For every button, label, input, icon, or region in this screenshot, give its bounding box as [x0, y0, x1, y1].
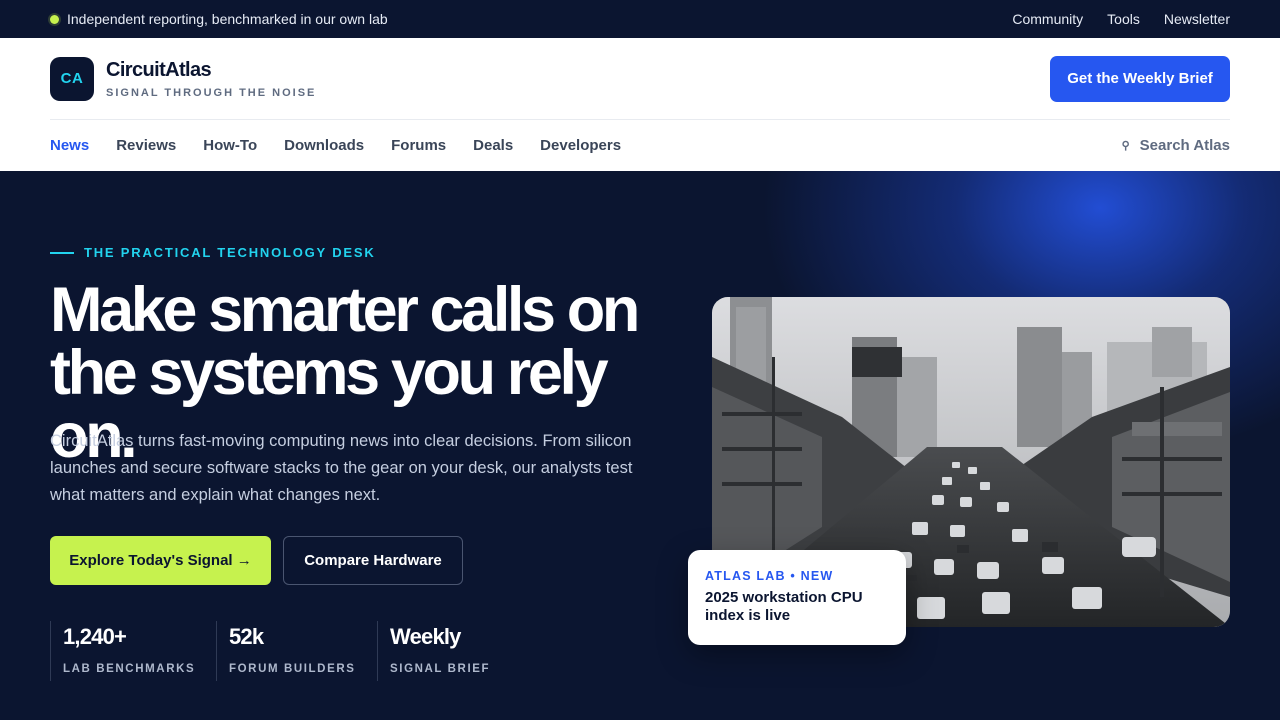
stat-benchmarks: 1,240+ LAB BENCHMARKS — [50, 621, 216, 681]
topbar-link-community[interactable]: Community — [1012, 11, 1083, 27]
hero-section: THE PRACTICAL TECHNOLOGY DESK Make smart… — [0, 171, 1280, 720]
eyebrow-text: THE PRACTICAL TECHNOLOGY DESK — [84, 245, 376, 260]
nav-item-how-to[interactable]: How-To — [203, 120, 257, 171]
stat-signal-brief: Weekly SIGNAL BRIEF — [377, 621, 517, 681]
stat-value: 52k — [229, 624, 264, 649]
hero-eyebrow: THE PRACTICAL TECHNOLOGY DESK — [50, 245, 376, 260]
nav-item-reviews[interactable]: Reviews — [116, 120, 176, 171]
hero-stats: 1,240+ LAB BENCHMARKS 52k FORUM BUILDERS… — [50, 621, 517, 681]
logo-mark: CA — [50, 56, 94, 101]
topbar-tagline: Independent reporting, benchmarked in ou… — [67, 11, 388, 27]
compare-hardware-button[interactable]: Compare Hardware — [283, 536, 463, 585]
stat-value: Weekly — [390, 624, 461, 649]
headline-line-1: Make smarter calls on — [50, 275, 640, 345]
news-card[interactable]: ATLAS LAB • NEW 2025 workstation CPU ind… — [688, 550, 906, 645]
search-button[interactable]: ⚲ Search Atlas — [1122, 137, 1230, 154]
nav-items: News Reviews How-To Downloads Forums Dea… — [50, 120, 621, 173]
hero-lede: CircuitAtlas turns fast-moving computing… — [50, 432, 633, 504]
main-nav: News Reviews How-To Downloads Forums Dea… — [50, 120, 1230, 173]
topbar-links: Community Tools Newsletter — [1012, 11, 1230, 27]
top-utility-bar: Independent reporting, benchmarked in ou… — [0, 0, 1280, 38]
brand-tagline: SIGNAL THROUGH THE NOISE — [106, 86, 317, 99]
brand[interactable]: CA CircuitAtlas SIGNAL THROUGH THE NOISE — [50, 56, 316, 101]
topbar-tagline-group: Independent reporting, benchmarked in ou… — [50, 11, 388, 27]
brand-row: CA CircuitAtlas SIGNAL THROUGH THE NOISE… — [50, 38, 1230, 120]
nav-item-developers[interactable]: Developers — [540, 120, 621, 171]
topbar-link-tools[interactable]: Tools — [1107, 11, 1140, 27]
nav-item-deals[interactable]: Deals — [473, 120, 513, 171]
topbar-link-newsletter[interactable]: Newsletter — [1164, 11, 1230, 27]
stat-label: LAB BENCHMARKS — [63, 663, 196, 675]
status-dot-icon — [50, 14, 59, 24]
stat-forum-builders: 52k FORUM BUILDERS — [216, 621, 377, 681]
stat-label: SIGNAL BRIEF — [390, 663, 491, 675]
card-tag: ATLAS LAB • NEW — [705, 569, 834, 583]
nav-item-forums[interactable]: Forums — [391, 120, 446, 171]
nav-item-news[interactable]: News — [50, 120, 90, 173]
eyebrow-rule — [50, 251, 74, 254]
brand-text: CircuitAtlas SIGNAL THROUGH THE NOISE — [106, 59, 316, 99]
card-title: 2025 workstation CPU index is live — [705, 589, 863, 624]
explore-signal-button[interactable]: Explore Today's Signal → — [50, 536, 271, 585]
brand-name: CircuitAtlas — [106, 58, 212, 81]
search-icon: ⚲ — [1121, 140, 1130, 152]
search-label: Search Atlas — [1139, 137, 1230, 154]
stat-label: FORUM BUILDERS — [229, 663, 356, 675]
weekly-brief-button[interactable]: Get the Weekly Brief — [1050, 55, 1230, 102]
site-header: CA CircuitAtlas SIGNAL THROUGH THE NOISE… — [0, 38, 1280, 173]
nav-item-downloads[interactable]: Downloads — [284, 120, 364, 171]
stat-value: 1,240+ — [63, 624, 127, 649]
